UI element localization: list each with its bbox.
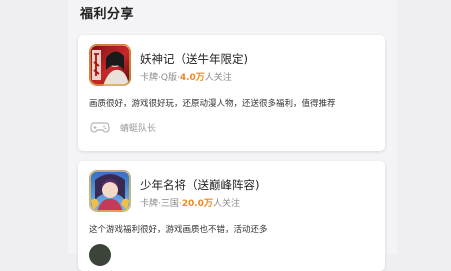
game-card[interactable]: 少年名将（送巅峰阵容) 卡牌·三国·20.0万人关注 这个游戏福利很好，游戏画质… [78, 161, 385, 271]
game-controller-icon [89, 119, 111, 135]
game-tags: 卡牌·三国· [140, 199, 182, 209]
follower-suffix: 人关注 [212, 199, 240, 209]
welfare-share-page: 福利分享 妖神记（送牛年限定) 卡牌·Q版·4.0万人关注 画质很好，游戏很好玩… [68, 0, 397, 271]
game-card[interactable]: 妖神记（送牛年限定) 卡牌·Q版·4.0万人关注 画质很好，游戏很好玩，还原动漫… [78, 35, 385, 151]
follower-count: 20.0万 [181, 199, 213, 209]
card-description: 画质很好，游戏很好玩，还原动漫人物，还送很多福利，值得推荐 [89, 99, 336, 109]
follower-count: 4.0万 [179, 73, 205, 83]
card-author[interactable] [89, 244, 120, 266]
card-author[interactable]: 蜻蜓队长 [89, 119, 156, 135]
follower-suffix: 人关注 [204, 73, 232, 83]
game-name[interactable]: 妖神记（送牛年限定) [140, 51, 248, 67]
author-name[interactable]: 蜻蜓队长 [120, 121, 156, 134]
game-tags: 卡牌·Q版· [140, 73, 180, 83]
game-meta: 卡牌·三国·20.0万人关注 [140, 196, 240, 209]
card-description: 这个游戏福利很好，游戏画质也不错，活动还多 [89, 225, 268, 235]
shaonian-mingjiang-game-icon[interactable] [89, 170, 131, 212]
game-meta: 卡牌·Q版·4.0万人关注 [140, 70, 232, 83]
yaoshenji-game-icon[interactable] [89, 44, 131, 86]
section-title: 福利分享 [80, 7, 135, 22]
user-avatar [89, 244, 111, 266]
game-name[interactable]: 少年名将（送巅峰阵容) [140, 177, 260, 193]
